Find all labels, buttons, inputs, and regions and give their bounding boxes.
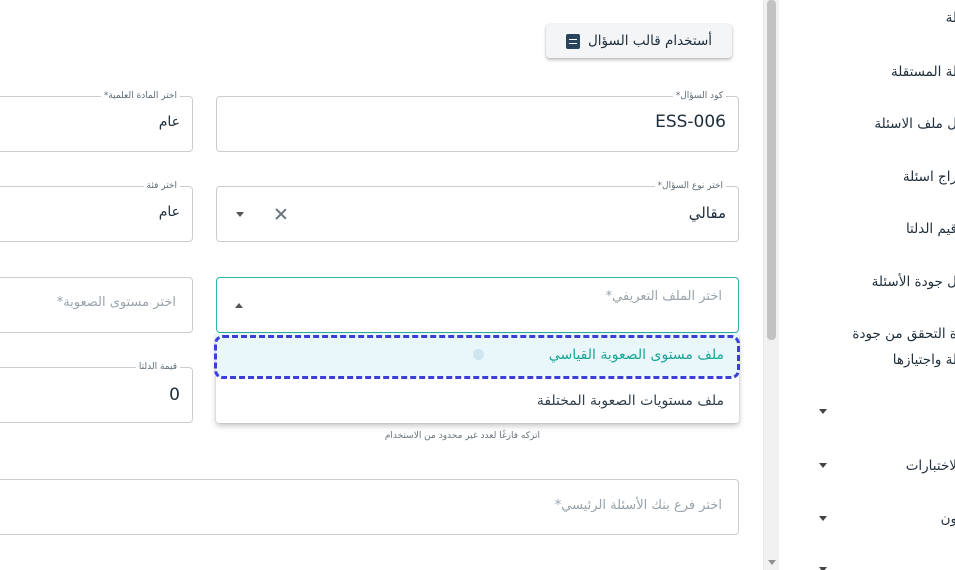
category-label: اختر فئة (143, 180, 180, 192)
ripple-indicator (473, 349, 484, 360)
category-select[interactable]: اختر فئة عام (0, 180, 193, 242)
category-value: عام (158, 204, 180, 220)
question-type-select[interactable]: اختر نوع السؤال* مقالي (216, 180, 739, 242)
difficulty-select[interactable]: اختر مستوى الصعوبة* (0, 277, 193, 333)
chevron-down-icon[interactable] (819, 409, 827, 414)
scroll-down-arrow-icon[interactable] (768, 560, 776, 565)
question-type-value: مقالي (688, 204, 726, 222)
sidebar-item[interactable]: ل جودة الأسئلة (872, 274, 955, 290)
question-form-panel: أستخدام قالب السؤال كود السؤال* ESS-006 … (0, 0, 763, 570)
bank-branch-placeholder: اختر فرع بنك الأسئلة الرئيسي* (554, 498, 722, 513)
clear-icon[interactable] (274, 207, 288, 221)
sidebar-item[interactable]: لة (946, 10, 955, 26)
delta-value: 0 (169, 385, 180, 405)
sidebar-item[interactable]: لة المستقلة (891, 64, 955, 80)
question-code-value: ESS-006 (655, 112, 726, 132)
sidebar-item[interactable]: لاختبارات (906, 458, 955, 474)
question-code-field[interactable]: كود السؤال* ESS-006 (216, 90, 739, 152)
template-button-label: أستخدام قالب السؤال (588, 33, 713, 49)
sidebar: لة لة المستقلة ل ملف الاسئلة راج اسئلة ق… (779, 0, 955, 570)
usage-hint-text: اتركه فارغًا لعدد غير محدود من الاستخدام (384, 431, 540, 441)
bank-branch-select[interactable]: اختر فرع بنك الأسئلة الرئيسي* (0, 479, 739, 535)
scrollbar-thumb[interactable] (767, 0, 776, 340)
option-label: ملف مستوى الصعوبة القياسي (548, 347, 724, 363)
delta-value-field[interactable]: قيمة الدلتا 0 (0, 361, 193, 423)
subject-value: عام (158, 114, 180, 130)
use-question-template-button[interactable]: أستخدام قالب السؤال (546, 24, 732, 58)
question-code-label: كود السؤال* (672, 90, 726, 102)
profile-file-dropdown: ملف مستوى الصعوبة القياسي ملف مستويات ال… (214, 333, 740, 423)
sidebar-item[interactable]: ة التحقق من جودة (852, 323, 955, 345)
chevron-down-icon[interactable] (819, 463, 827, 468)
chevron-down-icon[interactable] (819, 516, 827, 521)
scrollbar[interactable] (763, 0, 779, 570)
difficulty-placeholder: اختر مستوى الصعوبة* (56, 295, 176, 310)
document-icon (566, 33, 580, 49)
sidebar-item[interactable]: ل ملف الاسئلة (874, 116, 955, 132)
profile-file-placeholder: اختر الملف التعريفي* (605, 289, 722, 304)
option-multiple-difficulty[interactable]: ملف مستويات الصعوبة المختلفة (216, 379, 739, 423)
subject-select[interactable]: اختر المادة العلمية* عام (0, 90, 193, 152)
sidebar-item: لة واجتيازها (892, 352, 955, 368)
chevron-down-icon[interactable] (236, 212, 244, 217)
delta-label: قيمة الدلتا (135, 361, 180, 373)
option-standard-difficulty[interactable]: ملف مستوى الصعوبة القياسي (216, 333, 739, 377)
subject-label: اختر المادة العلمية* (100, 90, 180, 102)
sidebar-item[interactable]: قيم الدلتا (906, 221, 955, 237)
profile-file-select[interactable]: اختر الملف التعريفي* (216, 277, 739, 333)
sidebar-item[interactable]: راج اسئلة (903, 169, 955, 185)
question-type-label: اختر نوع السؤال* (654, 180, 726, 192)
option-label: ملف مستويات الصعوبة المختلفة (536, 393, 724, 409)
sidebar-item[interactable]: ون (941, 511, 955, 527)
chevron-up-icon[interactable] (235, 303, 243, 308)
